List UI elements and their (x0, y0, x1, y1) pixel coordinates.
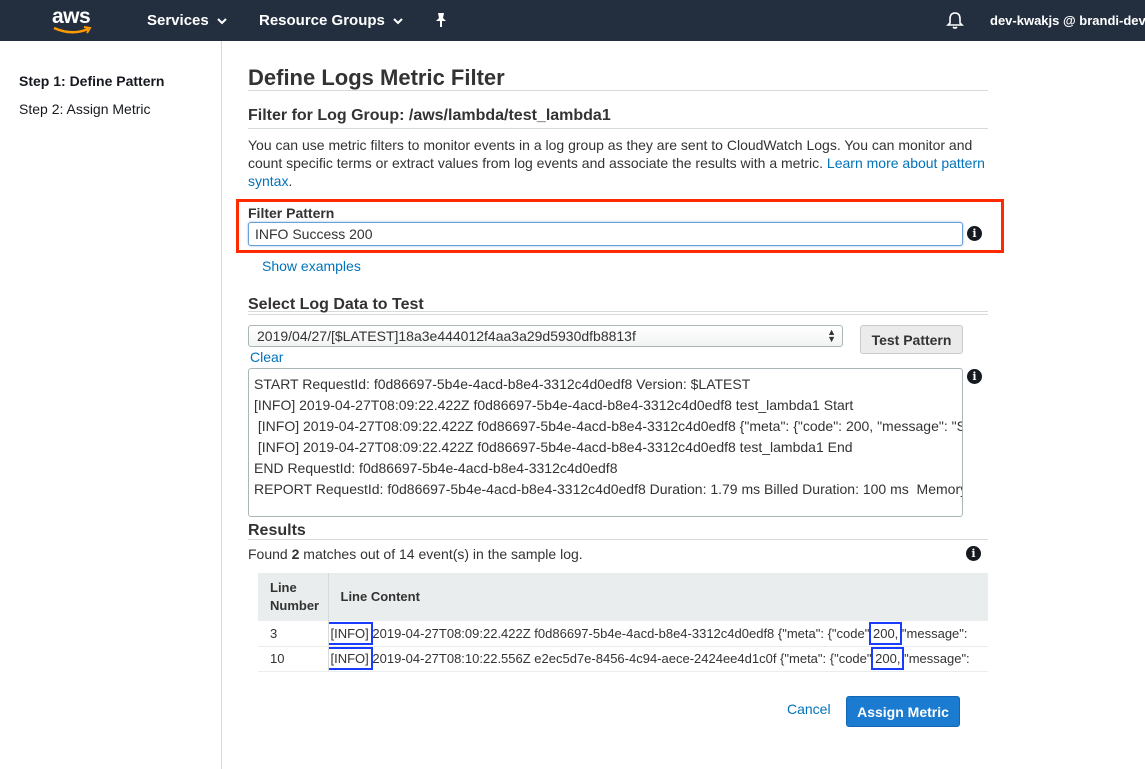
wizard-sidebar: Step 1: Define Pattern Step 2: Assign Me… (0, 41, 222, 769)
clear-link[interactable]: Clear (250, 349, 283, 365)
info-icon[interactable]: i (966, 546, 981, 561)
divider (248, 90, 988, 91)
log-data-textarea[interactable]: START RequestId: f0d86697-5b4e-4acd-b8e4… (248, 368, 963, 517)
page-title: Define Logs Metric Filter (248, 65, 505, 90)
results-table: Line Number Line Content 3 [INFO] 2019-0… (258, 573, 988, 672)
line-number-cell: 10 (258, 646, 329, 672)
filter-pattern-input[interactable] (248, 222, 963, 246)
resource-groups-menu[interactable]: Resource Groups (259, 12, 403, 29)
aws-smile-icon (53, 26, 92, 34)
log-line: REPORT RequestId: f0d86697-5b4e-4acd-b8e… (254, 481, 963, 497)
line-content-cell: [INFO] 2019-04-27T08:09:22.422Z f0d86697… (328, 621, 988, 647)
step-assign-metric[interactable]: Step 2: Assign Metric (19, 101, 151, 117)
description: You can use metric filters to monitor ev… (248, 137, 985, 189)
code-highlight: 200, (868, 621, 903, 645)
table-row: 3 [INFO] 2019-04-27T08:09:22.422Z f0d866… (258, 621, 988, 647)
filter-pattern-label: Filter Pattern (248, 205, 335, 221)
test-pattern-button[interactable]: Test Pattern (860, 325, 963, 354)
results-summary: Found 2 matches out of 14 event(s) in th… (248, 546, 583, 562)
log-stream-selected-value: 2019/04/27/[$LATEST]18a3e444012f4aa3a29d… (257, 328, 636, 344)
divider (248, 539, 988, 540)
show-examples-link[interactable]: Show examples (262, 258, 361, 274)
info-icon[interactable]: i (967, 369, 982, 384)
line-number-cell: 3 (258, 621, 329, 647)
results-heading: Results (248, 522, 306, 539)
chevron-down-icon (217, 12, 227, 29)
services-menu[interactable]: Services (147, 12, 227, 29)
select-arrows-icon: ▲ ▼ (827, 327, 836, 344)
cancel-link[interactable]: Cancel (787, 701, 831, 717)
log-line: [INFO] 2019-04-27T08:09:22.422Z f0d86697… (254, 418, 963, 434)
column-header-line-number: Line Number (258, 573, 329, 621)
pin-icon[interactable] (434, 12, 448, 31)
select-log-heading: Select Log Data to Test (248, 296, 424, 313)
info-tag-highlight: [INFO] (328, 621, 373, 645)
log-line: END RequestId: f0d86697-5b4e-4acd-b8e4-3… (254, 460, 618, 476)
divider (248, 128, 988, 129)
info-tag-highlight: [INFO] (328, 647, 373, 670)
code-highlight: 200, (871, 647, 905, 670)
log-line: START RequestId: f0d86697-5b4e-4acd-b8e4… (254, 376, 751, 392)
bell-icon[interactable] (946, 11, 964, 33)
step-define-pattern[interactable]: Step 1: Define Pattern (19, 73, 164, 89)
line-content-cell: [INFO] 2019-04-27T08:10:22.556Z e2ec5d7e… (328, 646, 988, 672)
chevron-down-icon (393, 12, 403, 29)
resource-groups-label: Resource Groups (259, 12, 385, 29)
divider (248, 314, 988, 315)
aws-logo[interactable]: aws (52, 5, 96, 37)
log-stream-select[interactable]: 2019/04/27/[$LATEST]18a3e444012f4aa3a29d… (248, 325, 843, 347)
info-icon[interactable]: i (967, 226, 982, 241)
log-line: [INFO] 2019-04-27T08:09:22.422Z f0d86697… (254, 439, 853, 455)
services-label: Services (147, 12, 209, 29)
top-navigation-bar: aws Services Resource Groups dev-kwakjs … (0, 0, 1145, 41)
table-row: 10 [INFO] 2019-04-27T08:10:22.556Z e2ec5… (258, 646, 988, 672)
log-group-subtitle: Filter for Log Group: /aws/lambda/test_l… (248, 107, 611, 124)
column-header-line-content: Line Content (328, 573, 988, 621)
account-menu[interactable]: dev-kwakjs @ brandi-dev (990, 13, 1145, 28)
log-line: [INFO] 2019-04-27T08:09:22.422Z f0d86697… (254, 397, 854, 413)
assign-metric-button[interactable]: Assign Metric (846, 696, 960, 727)
